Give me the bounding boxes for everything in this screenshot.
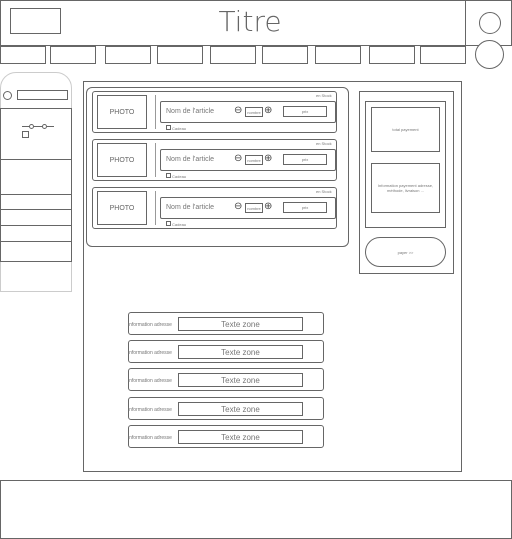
gift-label: Cadeau [172,222,187,227]
address-label: information adresse [128,407,172,413]
quantity-field[interactable]: nombre [245,107,263,117]
footer [0,480,512,539]
nav-item-1[interactable] [0,46,46,64]
minus-icon[interactable]: ⊖ [234,153,242,164]
page-title: Titre [218,5,282,38]
gift-checkbox[interactable] [166,173,171,178]
stock-status: en Stock [316,141,332,146]
address-input[interactable]: Texte zone [178,373,303,387]
item-name: Nom de l'article [166,108,215,115]
product-photo: PHOTO [97,95,147,129]
sidebar-filter-row[interactable] [0,159,72,195]
nav-item-7[interactable] [315,46,361,64]
user-icon[interactable] [479,12,501,34]
divider [155,191,156,225]
minus-icon[interactable]: ⊖ [234,201,242,212]
filter-checkbox[interactable] [22,131,29,138]
item-name: Nom de l'article [166,156,215,163]
plus-icon[interactable]: ⊕ [264,105,272,116]
product-photo: PHOTO [97,143,147,177]
nav-item-8[interactable] [369,46,415,64]
price-slider-max-handle[interactable] [42,124,47,129]
nav-item-5[interactable] [210,46,256,64]
nav-item-4[interactable] [157,46,203,64]
price-filter-panel [0,108,72,160]
divider [155,143,156,177]
nav-item-6[interactable] [262,46,308,64]
gift-checkbox[interactable] [166,125,171,130]
stock-status: en Stock [316,189,332,194]
address-input[interactable]: Texte zone [178,317,303,331]
plus-icon[interactable]: ⊕ [264,153,272,164]
stock-status: en Stock [316,93,332,98]
plus-icon[interactable]: ⊕ [264,201,272,212]
sidebar-filter-row[interactable] [0,194,72,210]
total-payment: total payement [371,107,440,152]
pay-button[interactable]: payer >> [365,237,446,267]
price-slider-track[interactable] [22,126,54,127]
nav-item-3[interactable] [105,46,151,64]
cart-icon[interactable] [475,40,504,69]
sidebar-filter-row[interactable] [0,209,72,226]
sidebar-filter-row[interactable] [0,225,72,242]
nav-item-9[interactable] [420,46,466,64]
gift-checkbox[interactable] [166,221,171,226]
product-photo: PHOTO [97,191,147,225]
logo[interactable] [10,8,61,34]
divider [155,95,156,129]
address-label: information adresse [128,435,172,441]
address-label: information adresse [128,322,172,328]
price-slider-min-handle[interactable] [29,124,34,129]
search-icon[interactable] [3,91,12,100]
address-input[interactable]: Texte zone [178,345,303,359]
item-price: prix [283,202,327,213]
quantity-field[interactable]: nombre [245,203,263,213]
sidebar-filter-row[interactable] [0,241,72,262]
quantity-field[interactable]: nombre [245,155,263,165]
item-price: prix [283,106,327,117]
address-label: information adresse [128,378,172,384]
gift-label: Cadeau [172,174,187,179]
gift-label: Cadeau [172,126,187,131]
nav-item-2[interactable] [50,46,96,64]
search-input[interactable] [17,90,68,100]
address-input[interactable]: Texte zone [178,430,303,444]
item-name: Nom de l'article [166,204,215,211]
payment-info: Information payement adresse, méthode, l… [371,163,440,213]
address-input[interactable]: Texte zone [178,402,303,416]
minus-icon[interactable]: ⊖ [234,105,242,116]
item-price: prix [283,154,327,165]
address-label: information adresse [128,350,172,356]
